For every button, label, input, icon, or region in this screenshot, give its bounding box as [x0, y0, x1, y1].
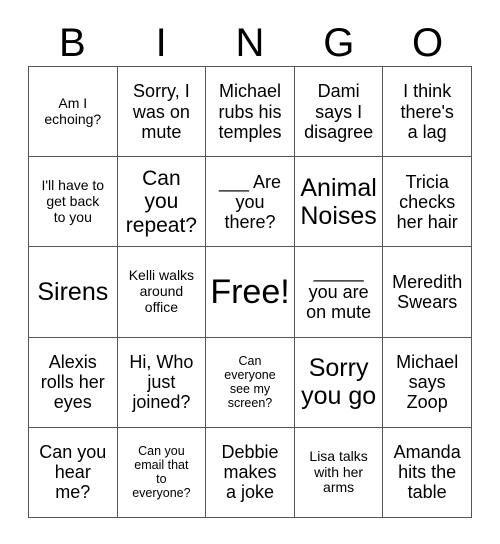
bingo-cell-text: Animal Noises: [300, 173, 377, 230]
bingo-cell-text: Free!: [210, 272, 290, 311]
bingo-cell-text: Am I echo​ing?: [44, 94, 102, 127]
bingo-cell[interactable]: Kelli walks around office: [117, 247, 207, 338]
bingo-cell[interactable]: Can you email that to everyone?: [117, 427, 207, 518]
bingo-cell[interactable]: Tricia checks her hair: [383, 157, 472, 248]
bingo-cell[interactable]: Meredith Swears: [383, 247, 472, 338]
bingo-cell-text: I think there's a lag: [400, 81, 454, 142]
bingo-cell-text: Can everyone see my screen?: [224, 354, 276, 411]
header-letter-i: I: [155, 21, 167, 65]
bingo-cell[interactable]: Can you hear me?: [29, 427, 118, 518]
bingo-cell-text: Can you email that to everyone?: [132, 444, 191, 501]
bingo-cell-text: Michael says Zoop: [396, 351, 459, 413]
bingo-cell-text: Dami says I disagree: [304, 81, 374, 142]
bingo-cell[interactable]: Can you repeat?: [117, 157, 207, 248]
bingo-cell[interactable]: I think there's a lag: [383, 67, 472, 158]
bingo-cell-text: I'll have to get back to you: [41, 177, 105, 225]
bingo-cell-text: _____ you are on mute: [306, 261, 372, 323]
bingo-cell-text: Meredith Swears: [392, 271, 463, 312]
bingo-cell[interactable]: Alexis rolls her eyes: [29, 337, 118, 428]
header-letter-o: O: [412, 21, 444, 65]
bingo-cell[interactable]: _____ you are on mute: [294, 247, 384, 338]
bingo-cell[interactable]: Animal Noises: [294, 157, 384, 248]
bingo-grid: Am I echo​ing? Sorry, I was on mute Mich…: [28, 66, 472, 518]
bingo-cell[interactable]: Sorry you go: [294, 337, 384, 428]
bingo-cell[interactable]: Lisa talks with her arms: [294, 427, 384, 518]
bingo-cell-text: Amanda hits the table: [393, 442, 461, 503]
bingo-cell-free[interactable]: Free!: [206, 247, 295, 338]
bingo-cell[interactable]: Dami says I disagree: [294, 67, 384, 158]
bingo-cell[interactable]: I'll have to get back to you: [29, 157, 118, 248]
bingo-cell-text: Tricia checks her hair: [396, 171, 458, 232]
bingo-cell[interactable]: Hi, Who just joined?: [117, 337, 207, 428]
header-letter-n: N: [235, 21, 265, 65]
bingo-cell-text: Debbie makes a joke: [221, 442, 279, 503]
bingo-header: B I N G O: [28, 20, 472, 66]
bingo-cell[interactable]: ___ Are you there?: [206, 157, 295, 248]
bingo-cell[interactable]: Amanda hits the table: [383, 427, 472, 518]
bingo-cell[interactable]: Michael says Zoop: [383, 337, 472, 428]
bingo-cell-text: Sorry, I was on mute: [132, 81, 190, 142]
bingo-cell-text: Michael rubs his temples: [218, 81, 282, 142]
bingo-card: B I N G O Am I echo​ing? Sorry, I was on…: [0, 0, 500, 544]
bingo-cell-text: Kelli walks around office: [128, 267, 195, 315]
bingo-cell[interactable]: Sorry, I was on mute: [117, 67, 207, 158]
header-letter-g: G: [323, 21, 355, 65]
header-letter-b: B: [59, 21, 86, 65]
bingo-cell[interactable]: Can everyone see my screen?: [206, 337, 295, 428]
bingo-cell-text: Sirens: [37, 277, 109, 306]
bingo-cell[interactable]: Am I echo​ing?: [29, 67, 118, 158]
bingo-cell-text: Lisa talks with her arms: [309, 447, 368, 496]
bingo-cell[interactable]: Michael rubs his temples: [206, 67, 295, 158]
bingo-cell-text: Hi, Who just joined?: [129, 351, 194, 413]
bingo-cell[interactable]: Sirens: [29, 247, 118, 338]
bingo-cell-text: Can you repeat?: [125, 166, 197, 237]
bingo-cell-text: ___ Are you there?: [218, 171, 282, 232]
bingo-cell-text: Sorry you go: [301, 354, 377, 411]
bingo-cell-text: Alexis rolls her eyes: [40, 351, 105, 413]
bingo-cell-text: Can you hear me?: [39, 442, 107, 503]
bingo-cell[interactable]: Debbie makes a joke: [206, 427, 295, 518]
